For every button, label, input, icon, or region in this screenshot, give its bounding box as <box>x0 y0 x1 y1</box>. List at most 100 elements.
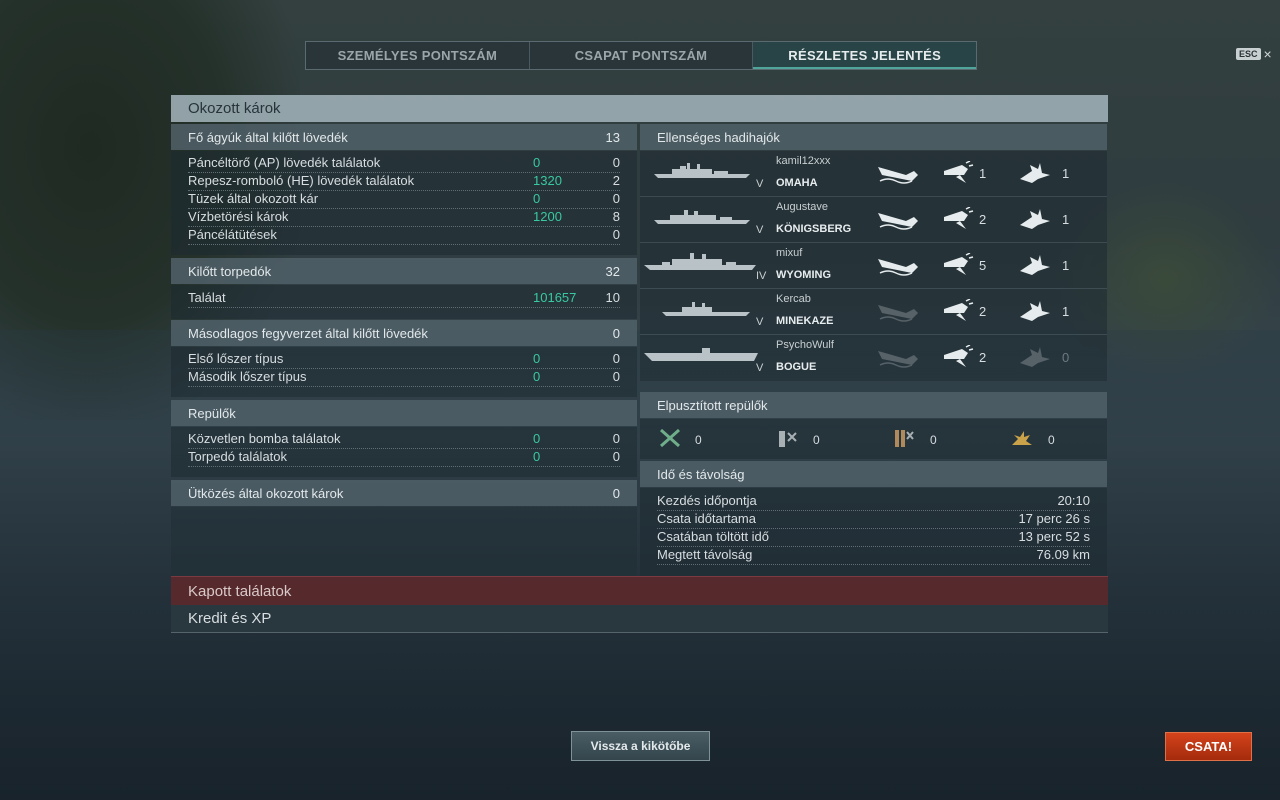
credit-xp-label: Kredit és XP <box>188 610 272 627</box>
cruiser-silhouette-icon <box>654 163 750 178</box>
ship-player: PsychoWulf <box>776 339 834 351</box>
stat-label: Torpedó találatok <box>188 449 288 464</box>
ship-tier: IV <box>756 270 767 282</box>
stat-label: Páncéltörő (AP) lövedék találatok <box>188 155 381 170</box>
stat-damage: 0 <box>533 431 541 446</box>
ship-destroyed-icon <box>878 167 918 184</box>
time-value: 13 perc 52 s <box>1018 529 1090 544</box>
hit-count: 5 <box>979 258 987 273</box>
aircraft-body: Közvetlen bomba találatok 0 0 Torpedó ta… <box>171 427 637 477</box>
ship-destroyed-icon <box>878 305 918 322</box>
stat-row: Repesz-romboló (HE) lövedék találatok 13… <box>188 172 620 191</box>
ship-destroyed-icon <box>878 259 918 276</box>
stat-label: Repesz-romboló (HE) lövedék találatok <box>188 173 415 188</box>
ship-player: mixuf <box>776 247 803 259</box>
torpedoes-value: 32 <box>605 264 620 279</box>
tab-team-score[interactable]: CSAPAT PONTSZÁM <box>530 42 754 69</box>
stat-row: Tüzek által okozott kár 0 0 <box>188 190 620 209</box>
flooding-hit-icon <box>1020 255 1050 275</box>
hit2-count: 0 <box>1062 350 1070 365</box>
close-icon[interactable]: × <box>1264 46 1272 62</box>
hit-count: 2 <box>979 212 987 227</box>
destroyer-silhouette-icon <box>662 302 750 316</box>
aircraft-label: Repülők <box>188 406 236 421</box>
torpedo-bomber-icon <box>779 431 797 447</box>
battleship-silhouette-icon <box>644 253 756 270</box>
main-guns-label: Fő ágyúk által kilőtt lövedék <box>188 130 348 145</box>
ship-name: WYOMING <box>776 269 831 281</box>
stat-damage: 1200 <box>533 209 562 224</box>
hit2-count: 1 <box>1062 166 1070 181</box>
stat-count: 8 <box>612 209 620 224</box>
fighter-icon <box>660 428 680 448</box>
battle-button[interactable]: CSATA! <box>1165 732 1252 761</box>
damage-dealt-header[interactable]: Okozott károk <box>171 95 1108 122</box>
ramming-value: 0 <box>612 486 620 501</box>
stat-damage: 0 <box>533 155 541 170</box>
ship-player: Augustave <box>776 201 828 213</box>
close-button[interactable]: ESC × <box>1236 46 1272 62</box>
flooding-hit-icon <box>1020 347 1050 367</box>
credit-xp-section[interactable]: Kredit és XP <box>171 605 1108 633</box>
enemy-ships-header: Ellenséges hadihajók <box>640 124 1107 150</box>
time-label: Csata időtartama <box>657 511 756 526</box>
main-guns-value: 13 <box>605 130 620 145</box>
stat-row: Páncéltörő (AP) lövedék találatok 0 0 <box>188 154 620 173</box>
secondary-header: Másodlagos fegyverzet által kilőtt löved… <box>171 320 637 346</box>
ship-tier: V <box>756 316 764 328</box>
flooding-hit-icon <box>1020 163 1050 183</box>
time-label: Csatában töltött idő <box>657 529 770 544</box>
time-label: Kezdés időpontja <box>657 493 757 508</box>
planes-destroyed-body: 0 0 0 0 <box>640 419 1107 459</box>
stat-damage: 0 <box>533 449 541 464</box>
damage-details-column: Fő ágyúk által kilőtt lövedék 13 Páncélt… <box>171 123 637 576</box>
ship-destroyed-icon <box>878 351 918 368</box>
dive-bomber-icon <box>895 430 914 447</box>
ship-name: OMAHA <box>776 177 818 189</box>
time-label: Megtett távolság <box>657 547 753 562</box>
stat-damage: 0 <box>533 351 541 366</box>
torpedoes-label: Kilőtt torpedók <box>188 264 272 279</box>
torpedo-hit-icon <box>944 161 974 183</box>
tab-detailed-report[interactable]: RÉSZLETES JELENTÉS <box>753 42 977 69</box>
ship-player: Kercab <box>776 293 811 305</box>
stat-count: 0 <box>612 449 620 464</box>
stat-damage: 1320 <box>533 173 562 188</box>
hit2-count: 1 <box>1062 212 1070 227</box>
enemy-ship-row: V Augustave KÖNIGSBERG 2 1 <box>640 197 1107 243</box>
ship-tier: V <box>756 178 764 190</box>
enemy-ship-row: V PsychoWulf BOGUE 2 0 <box>640 335 1107 380</box>
damage-received-section[interactable]: Kapott találatok <box>171 576 1108 605</box>
tab-personal-score[interactable]: SZEMÉLYES PONTSZÁM <box>306 42 530 69</box>
time-row: Megtett távolság 76.09 km <box>657 546 1090 565</box>
secondary-body: Első lőszer típus 0 0 Második lőszer típ… <box>171 347 637 397</box>
enemy-ships-column: Ellenséges hadihajók V kamil12xxx OMAHA <box>640 123 1107 576</box>
ship-destroyed-icon <box>878 213 918 230</box>
aircraft-header: Repülők <box>171 400 637 426</box>
stat-count: 0 <box>612 351 620 366</box>
stat-label: Páncélátütések <box>188 227 277 242</box>
stat-count: 2 <box>612 173 620 188</box>
time-distance-label: Idő és távolság <box>657 467 745 482</box>
stat-row: Első lőszer típus 0 0 <box>188 350 620 369</box>
flooding-hit-icon <box>1020 209 1050 229</box>
scout-plane-count: 0 <box>1048 433 1055 447</box>
hit2-count: 1 <box>1062 258 1070 273</box>
secondary-value: 0 <box>612 326 620 341</box>
stat-label: Vízbetörési károk <box>188 209 289 224</box>
time-row: Kezdés időpontja 20:10 <box>657 492 1090 511</box>
torpedo-hit-icon <box>944 299 974 321</box>
main-guns-body: Páncéltörő (AP) lövedék találatok 0 0 Re… <box>171 151 637 255</box>
ship-name: MINEKAZE <box>776 315 834 327</box>
hit-count: 1 <box>979 166 987 181</box>
stat-row: Közvetlen bomba találatok 0 0 <box>188 430 620 449</box>
carrier-silhouette-icon <box>644 348 758 361</box>
planes-destroyed-header: Elpusztított repülők <box>640 392 1107 418</box>
time-distance-body: Kezdés időpontja 20:10 Csata időtartama … <box>640 488 1107 576</box>
left-filler <box>171 507 637 576</box>
back-to-port-button[interactable]: Vissza a kikötőbe <box>571 731 710 761</box>
stat-damage: 101657 <box>533 290 577 305</box>
time-distance-header: Idő és távolság <box>640 461 1107 487</box>
enemy-ships-list: V kamil12xxx OMAHA 1 1 V Augustave KÖNIG… <box>640 151 1107 381</box>
ramming-label: Ütközés által okozott károk <box>188 486 344 501</box>
